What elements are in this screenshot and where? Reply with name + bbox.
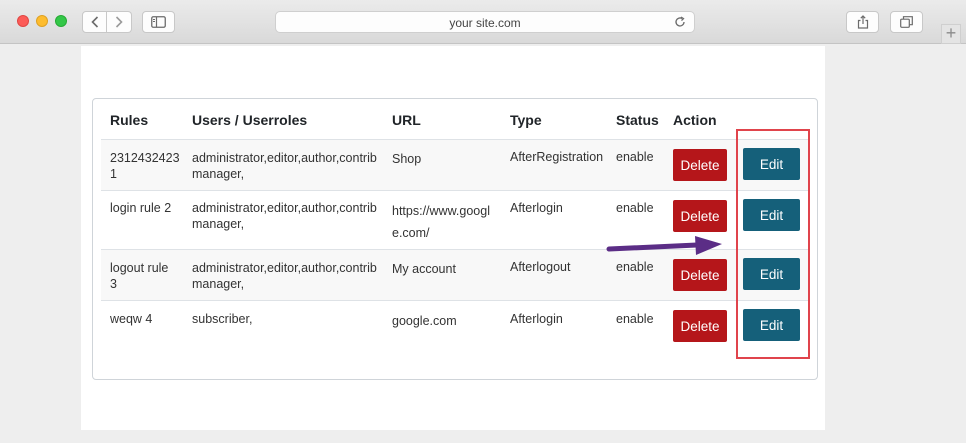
address-text: your site.com [449,16,521,30]
edit-column-highlight [736,129,810,359]
delete-button[interactable]: Delete [673,259,727,291]
header-users: Users / Userroles [192,112,308,128]
rule-type: AfterRegistration [510,150,604,164]
back-button[interactable] [82,11,107,33]
share-icon [857,15,868,29]
new-tab-button[interactable]: + [941,24,961,44]
rule-name: logout rule 3 [110,261,169,291]
rule-type: Afterlogin [510,312,563,326]
arrow-right-icon [606,236,722,255]
user-roles: subscriber, [192,312,253,326]
rule-status: enable [616,260,654,274]
sidebar-toggle-button[interactable] [142,11,175,33]
minimize-window-button[interactable] [36,15,48,27]
delete-button[interactable]: Delete [673,149,727,181]
header-action: Action [673,112,717,128]
rule-status: enable [616,201,654,215]
rule-status: enable [616,150,654,164]
forward-button[interactable] [107,11,132,33]
header-rules: Rules [110,112,149,128]
plus-icon: + [945,23,957,43]
rule-type: Afterlogin [510,201,563,215]
address-bar[interactable]: your site.com [275,11,695,33]
sidebar-icon [151,16,166,28]
tabs-icon [900,16,913,28]
rule-name: 2312432423 1 [110,151,180,181]
redirect-url: google.com [392,314,457,328]
rule-status: enable [616,312,654,326]
browser-toolbar: your site.com [0,0,966,44]
rule-name: login rule 2 [110,201,172,215]
header-type: Type [510,112,542,128]
redirect-url: Shop [392,152,422,166]
reload-icon[interactable] [674,16,686,28]
share-button[interactable] [846,11,879,33]
delete-button[interactable]: Delete [673,200,727,232]
close-window-button[interactable] [17,15,29,27]
header-status: Status [616,112,659,128]
header-url: URL [392,112,421,128]
row-divider [101,300,809,301]
user-roles: administrator,editor,author,contribu mana… [192,261,377,291]
user-roles: administrator,editor,author,contribu mana… [192,201,377,231]
delete-button[interactable]: Delete [673,310,727,342]
zoom-window-button[interactable] [55,15,67,27]
redirect-url: https://www.googl e.com/ [392,204,490,240]
redirect-url: My account [392,262,456,276]
rule-type: Afterlogout [510,260,571,274]
chevron-right-icon [115,16,123,28]
show-tabs-button[interactable] [890,11,923,33]
browser-window: your site.com + Rules Users / Userroles … [0,0,966,443]
chevron-left-icon [90,16,98,28]
rule-name: weqw 4 [110,312,153,326]
user-roles: administrator,editor,author,contribu mana… [192,151,377,181]
